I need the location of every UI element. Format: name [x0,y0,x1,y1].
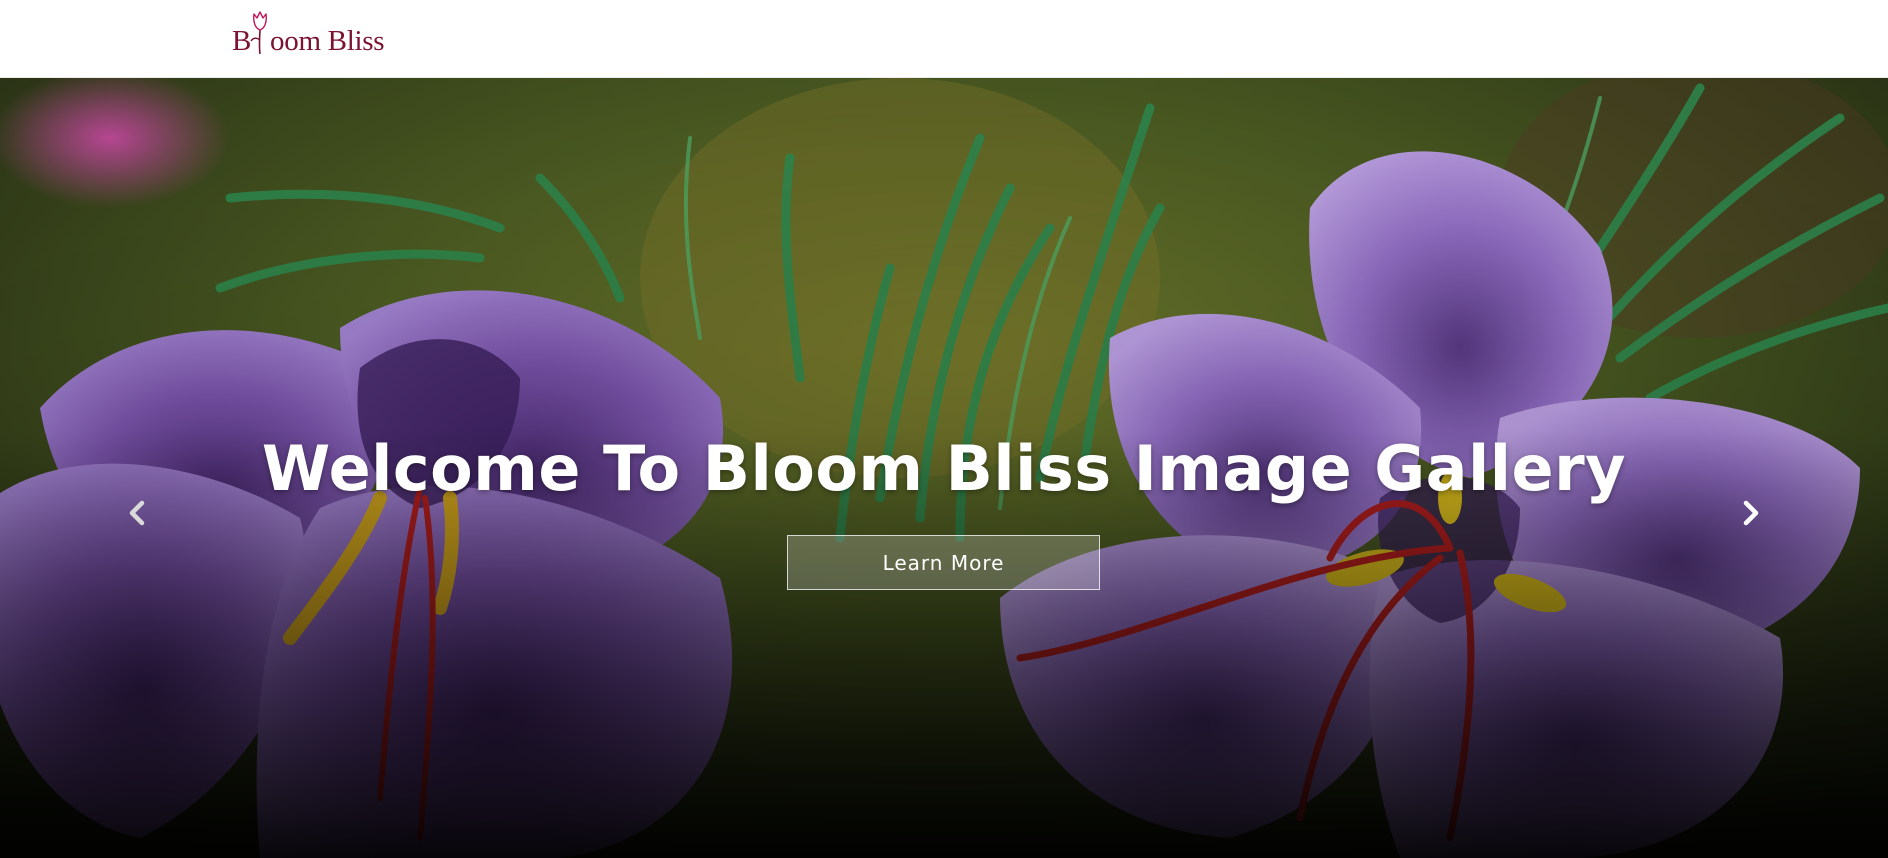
tulip-icon [250,11,267,55]
logo-rest: oom Bliss [270,25,385,57]
logo[interactable]: B oom Bliss [232,11,384,59]
chevron-right-icon [1743,500,1759,526]
hero-carousel: Welcome To Bloom Bliss Image Gallery Lea… [0,78,1888,858]
carousel-prev-button[interactable] [122,498,152,528]
hero-title: Welcome To Bloom Bliss Image Gallery [261,432,1627,505]
logo-wordmark: B oom Bliss [232,10,384,59]
learn-more-button[interactable]: Learn More [787,535,1100,590]
site-header: B oom Bliss [0,0,1888,78]
chevron-left-icon [129,500,145,526]
carousel-next-button[interactable] [1736,498,1766,528]
